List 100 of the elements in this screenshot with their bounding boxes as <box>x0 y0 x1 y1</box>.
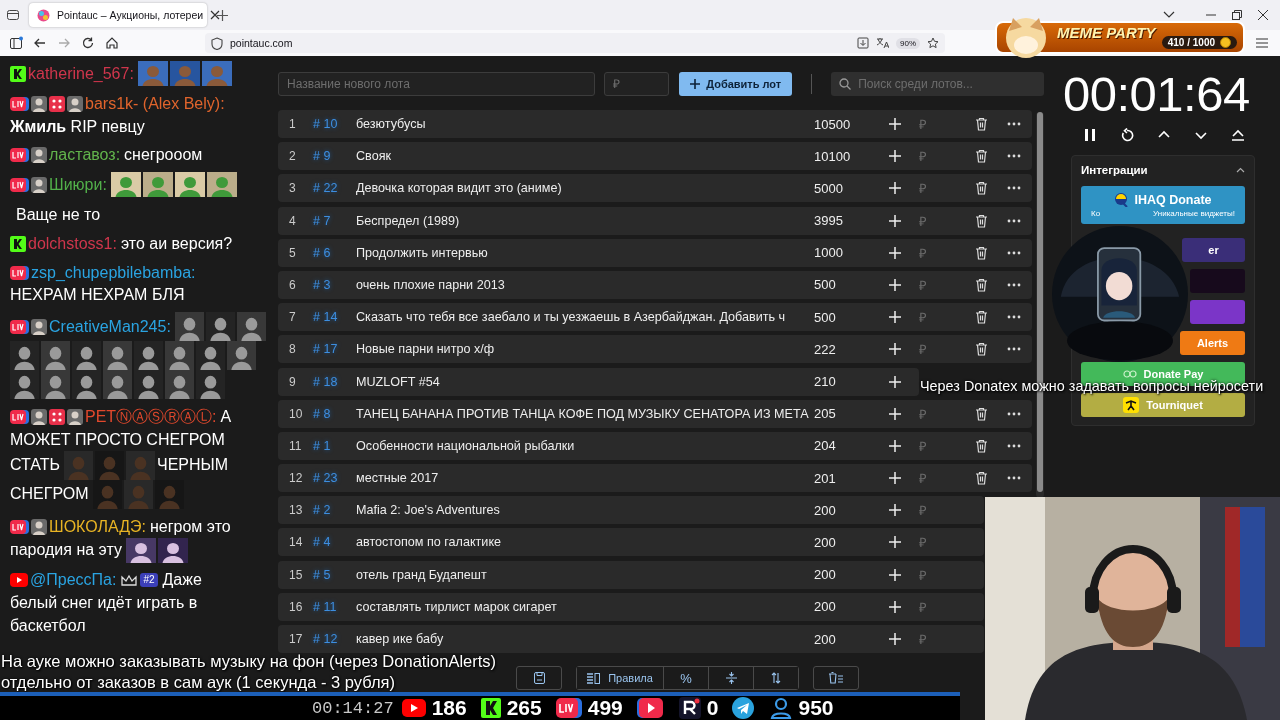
plus-icon[interactable] <box>889 600 901 613</box>
tab-list-icon[interactable] <box>6 8 20 22</box>
lot-row[interactable]: 3 # 22 Девочка которая видит это (аниме) 5000 ₽ <box>278 174 1032 203</box>
trash-icon[interactable] <box>975 471 988 486</box>
plus-icon[interactable] <box>889 536 901 549</box>
more-icon[interactable] <box>1007 411 1021 416</box>
integration-button[interactable]: IHAQ Donate Ко Уникальные виджеты! <box>1081 186 1245 224</box>
plus-icon[interactable] <box>889 407 901 420</box>
more-icon[interactable] <box>1007 315 1021 320</box>
badge-title: MEME PARTY <box>1057 24 1156 41</box>
trash-icon[interactable] <box>975 406 988 421</box>
plus-icon[interactable] <box>889 246 901 259</box>
trash-icon[interactable] <box>975 181 988 196</box>
zoom-level[interactable]: 90% <box>896 37 920 49</box>
plus-icon[interactable] <box>889 343 901 356</box>
username[interactable]: Шиюри: <box>49 175 107 193</box>
integration-button[interactable]: er <box>1182 238 1245 262</box>
more-icon[interactable] <box>1007 250 1021 255</box>
lot-row[interactable]: 6 # 3 очень плохие парни 2013 500 ₽ <box>278 270 1032 299</box>
plus-icon[interactable] <box>889 633 901 645</box>
trash-icon[interactable] <box>975 245 988 260</box>
username[interactable]: CreativeMan245: <box>49 317 171 335</box>
more-icon[interactable] <box>1007 443 1021 448</box>
more-icon[interactable] <box>1007 154 1021 159</box>
more-icon[interactable] <box>1007 476 1021 481</box>
lot-row[interactable]: 17 # 12 кавер ике бабу 200 ₽ <box>278 625 984 653</box>
more-icon[interactable] <box>1007 122 1021 126</box>
lot-row[interactable]: 8 # 17 Новые парни нитро х/ф 222 ₽ <box>278 335 1032 364</box>
more-icon[interactable] <box>1007 347 1021 352</box>
reload-icon[interactable] <box>81 36 95 50</box>
username[interactable]: zsp_chupepbilebamba: <box>31 263 196 281</box>
collapse-up-icon <box>1230 128 1245 142</box>
plus-icon[interactable] <box>889 214 901 227</box>
username[interactable]: @ПрессПа: <box>30 571 117 589</box>
trash-icon[interactable] <box>975 213 988 228</box>
plus-icon[interactable] <box>889 504 901 517</box>
plus-icon[interactable] <box>889 472 901 485</box>
username[interactable]: dolchstoss1: <box>28 234 117 252</box>
new-tab-icon[interactable] <box>217 9 228 21</box>
trash-icon[interactable] <box>975 277 988 292</box>
message-text: белый снег идёт играть в <box>10 593 198 614</box>
translate-icon[interactable] <box>876 37 889 49</box>
lot-row[interactable]: 13 # 2 Mafia 2: Joe's Adventures 200 ₽ <box>278 496 984 525</box>
rules-button[interactable]: Правила <box>577 667 664 689</box>
plus-icon[interactable] <box>889 375 901 388</box>
username[interactable]: ластавоз: <box>49 146 121 164</box>
lot-row[interactable]: 16 # 11 составлять тирлист марок сигарет 200 ₽ <box>278 592 984 621</box>
lot-row[interactable]: 10 # 8 ТАНЕЦ БАНАНА ПРОТИВ ТАНЦА КОФЕ ПОД МУЗЫКУ СЕНАТОРА ИЗ МЕТА 205 ₽ <box>278 399 1032 428</box>
sidebar-icon[interactable] <box>9 36 23 50</box>
lot-row[interactable]: 12 # 23 местные 2017 201 ₽ <box>278 464 1032 493</box>
lot-row[interactable]: 2 # 9 Свояк 10100 ₽ <box>278 142 1032 171</box>
lot-row[interactable]: 11 # 1 Особенности национальной рыбалки 204 ₽ <box>278 431 1032 460</box>
add-lot-button[interactable]: Добавить лот <box>679 72 793 96</box>
lot-id: # 3 <box>313 277 332 292</box>
menu-icon[interactable] <box>1255 37 1269 49</box>
clear-button[interactable] <box>813 666 859 690</box>
download-icon[interactable] <box>857 37 869 49</box>
row-number: 2 <box>289 149 297 164</box>
back-icon[interactable] <box>33 36 47 50</box>
plus-icon[interactable] <box>889 150 901 163</box>
username[interactable]: katherine_567: <box>28 64 134 82</box>
close-icon[interactable] <box>1257 9 1269 21</box>
search-field[interactable]: Поиск среди лотов... <box>858 72 1036 96</box>
close-icon[interactable] <box>210 10 221 20</box>
search-bar[interactable]: Поиск среди лотов... <box>831 72 1044 96</box>
caret-icon[interactable] <box>1236 167 1245 173</box>
lot-row[interactable]: 9 # 18 MUZLOFT #54 210 <box>278 367 919 396</box>
trash-icon[interactable] <box>975 310 988 325</box>
trash-icon[interactable] <box>975 149 988 164</box>
address-bar[interactable]: pointauc.com 90% <box>205 33 945 53</box>
star-icon[interactable] <box>927 37 939 49</box>
home-icon[interactable] <box>105 36 119 50</box>
more-icon[interactable] <box>1007 218 1021 223</box>
plus-icon[interactable] <box>889 278 901 291</box>
lot-amount: 200 <box>814 534 837 550</box>
plus-icon[interactable] <box>889 182 901 195</box>
trash-icon[interactable] <box>975 438 988 453</box>
save-button[interactable] <box>516 666 562 690</box>
plus-icon[interactable] <box>889 311 901 324</box>
lot-row[interactable]: 5 # 6 Продолжить интервью 1000 ₽ <box>278 238 1032 267</box>
restore-icon[interactable] <box>1231 9 1243 21</box>
plus-icon[interactable] <box>889 439 901 452</box>
lot-name-field[interactable]: Название нового лота <box>278 72 596 96</box>
plus-icon[interactable] <box>889 568 901 581</box>
lot-row[interactable]: 1 # 10 безютубусы 10500 ₽ <box>278 110 1032 138</box>
more-icon[interactable] <box>1007 282 1021 287</box>
trash-icon[interactable] <box>975 342 988 357</box>
price-field[interactable]: ₽ <box>604 72 670 96</box>
lot-name: безютубусы <box>356 117 427 131</box>
lot-row[interactable]: 14 # 4 автостопом по галактике 200 ₽ <box>278 528 984 557</box>
username[interactable]: PETⓃⒶⓈⓇⒶⓁ: <box>85 408 217 426</box>
trash-icon[interactable] <box>975 117 988 131</box>
chevron-down-icon[interactable] <box>1163 11 1175 19</box>
username[interactable]: ШОКОЛАДЭ: <box>49 517 146 535</box>
lot-row[interactable]: 15 # 5 отель гранд Будапешт 200 ₽ <box>278 560 984 589</box>
username[interactable]: bars1k- (Alex Bely): <box>85 94 225 112</box>
plus-icon[interactable] <box>889 118 901 130</box>
more-icon[interactable] <box>1007 186 1021 191</box>
lot-row[interactable]: 7 # 14 Сказать что тебя все заебало и ты уезжаешь в Азербайджан. Добавить ч 500 ₽ <box>278 303 1032 332</box>
lot-row[interactable]: 4 # 7 Беспредел (1989) 3995 ₽ <box>278 206 1032 235</box>
